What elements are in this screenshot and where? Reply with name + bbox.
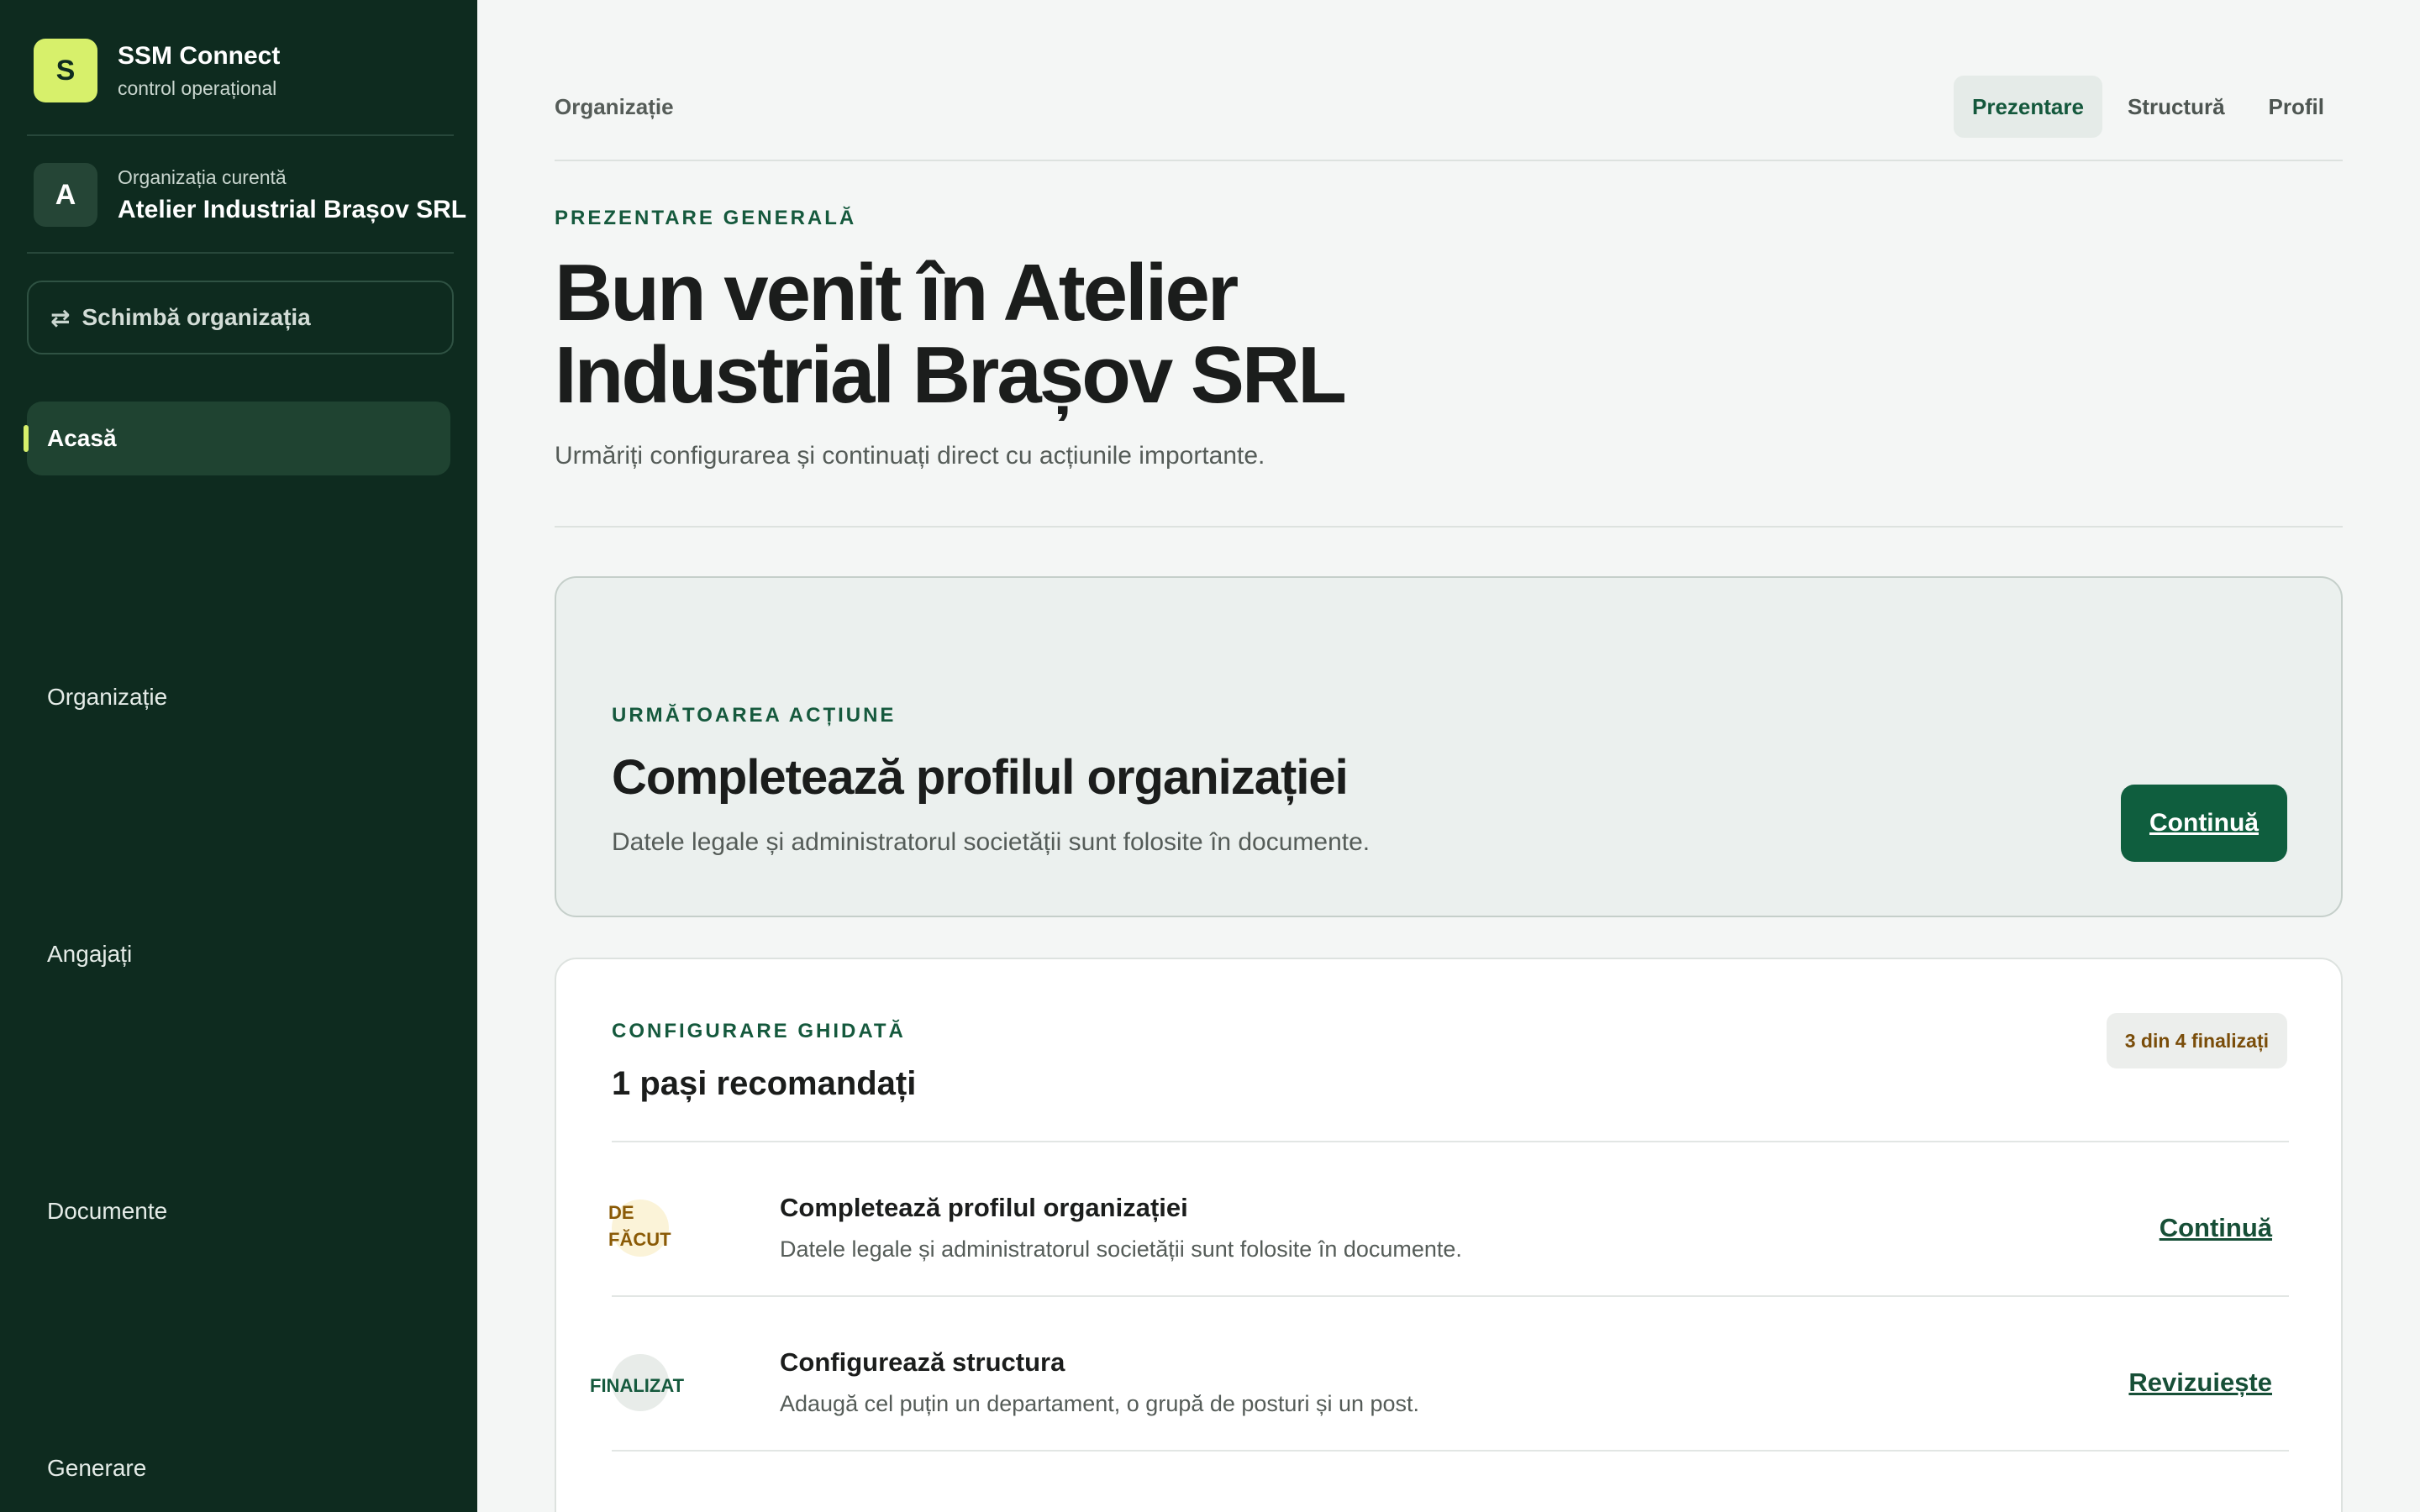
brand: S SSM Connect control operațional [34,39,280,102]
organization-label: Organizația curentă [118,165,287,188]
sidebar-item-documente[interactable]: Documente [27,1174,450,1248]
brand-subtitle: control operațional [118,76,277,99]
step-description: Adaugă cel puțin un departament, o grupă… [780,1391,1420,1416]
progress-badge: 3 din 4 finalizați [2106,1013,2287,1068]
brand-logo: S [34,39,97,102]
step-continue-link[interactable]: Continuă [2160,1213,2272,1243]
step-title: Completează profilul organizației [780,1193,1188,1222]
active-indicator [24,425,29,452]
sidebar-divider [27,134,454,136]
row-divider [612,1450,2289,1452]
sidebar-item-label: Documente [47,1198,168,1224]
brand-name: SSM Connect [118,41,281,70]
sidebar-item-label: Angajați [47,941,133,967]
step-description: Datele legale și administratorul societă… [780,1236,1462,1262]
sidebar-item-generare[interactable]: Generare [27,1431,450,1505]
organization-name: Atelier Industrial Brașov SRL [118,195,467,223]
setup-step-row: DE FĂCUT Completează profilul organizați… [608,1142,2289,1294]
breadcrumb[interactable]: Organizație [555,94,674,120]
setup-step-row: FINALIZAT Configurează structura Adaugă … [590,1297,2289,1448]
section-tabs: Prezentare Structură Profil [1947,76,2343,138]
status-label: FINALIZAT [590,1375,685,1396]
continue-button[interactable]: Continuă [2121,785,2287,862]
sidebar-item-label: Acasă [47,425,117,451]
page-title: Bun venit în Atelier Industrial Brașov S… [555,248,1347,420]
organization-avatar: A [34,163,97,227]
next-action-title: Completează profilul organizației [612,750,1349,805]
next-action-eyebrow: URMĂTOAREA ACȚIUNE [612,704,897,727]
main-content: Organizație Prezentare Structură Profil … [555,0,2343,1512]
hero-divider [555,526,2343,528]
step-title: Configurează structura [780,1347,1065,1377]
switch-organization-label: Schimbă organizația [82,304,311,330]
sidebar-item-organizatie[interactable]: Organizație [27,660,450,734]
top-bar: Organizație Prezentare Structură Profil [555,76,2343,138]
sidebar-item-label: Organizație [47,684,168,710]
hero-eyebrow: PREZENTARE GENERALĂ [555,207,857,229]
sidebar-item-label: Generare [47,1455,147,1481]
tab-structura[interactable]: Structură [2109,76,2244,138]
swap-arrows-icon: ⇄ [50,304,71,331]
switch-organization-button[interactable]: ⇄ Schimbă organizația [27,281,454,354]
setup-title: 1 pași recomandați [612,1065,917,1102]
step-review-link[interactable]: Revizuiește [2128,1368,2272,1398]
header-divider [555,160,2343,161]
status-label: DE FĂCUT [608,1202,671,1250]
sidebar-item-acasa[interactable]: Acasă [24,402,450,475]
page-subtitle: Urmăriți configurarea și continuați dire… [555,442,1265,470]
sidebar-item-angajati[interactable]: Angajați [27,917,450,991]
sidebar-divider [27,252,454,254]
next-action-card: URMĂTOAREA ACȚIUNE Completează profilul … [555,576,2343,917]
sidebar: S SSM Connect control operațional A Orga… [0,0,477,1512]
current-organization: A Organizația curentă Atelier Industrial… [34,163,466,227]
next-action-description: Datele legale și administratorul societă… [612,828,1370,856]
tab-profil[interactable]: Profil [2250,76,2343,138]
tab-prezentare[interactable]: Prezentare [1954,76,2102,138]
setup-eyebrow: CONFIGURARE GHIDATĂ [612,1020,906,1042]
guided-setup-card: CONFIGURARE GHIDATĂ 1 pași recomandați 3… [555,958,2343,1512]
